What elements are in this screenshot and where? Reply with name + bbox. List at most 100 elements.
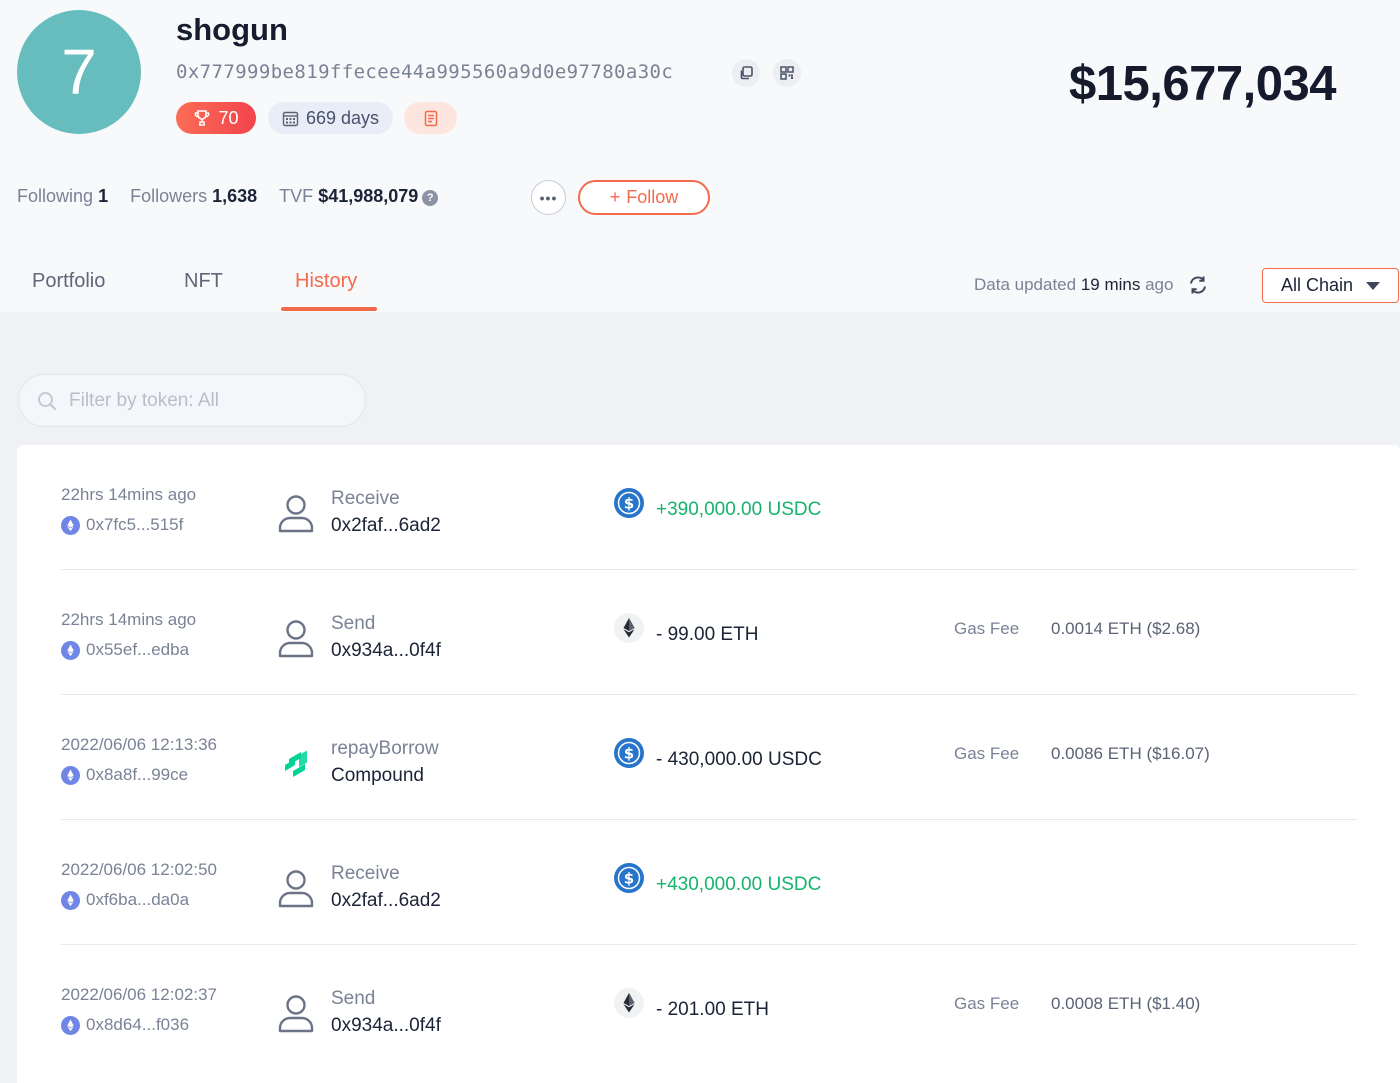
tx-hash: 0x7fc5...515f bbox=[86, 515, 184, 534]
following-stat[interactable]: Following 1 bbox=[17, 186, 108, 207]
tab-portfolio[interactable]: Portfolio bbox=[32, 270, 105, 293]
caret-down-icon bbox=[1366, 282, 1380, 290]
tx-hash-link[interactable]: 0xf6ba...da0a bbox=[61, 890, 189, 910]
help-icon[interactable]: ? bbox=[422, 190, 439, 206]
usdc-icon: $ bbox=[614, 488, 644, 518]
avatar[interactable]: 7 bbox=[17, 10, 141, 134]
tx-action: Receive bbox=[331, 863, 400, 884]
username: shogun bbox=[176, 12, 288, 47]
tab-nft[interactable]: NFT bbox=[184, 270, 223, 293]
gas-fee-label: Gas Fee bbox=[954, 744, 1020, 763]
follow-button[interactable]: + Follow bbox=[578, 180, 710, 215]
trophy-icon bbox=[195, 110, 210, 126]
usdc-icon: $ bbox=[614, 863, 644, 893]
more-options-button[interactable]: ••• bbox=[531, 180, 566, 215]
tx-counterparty[interactable]: 0x2faf...6ad2 bbox=[331, 515, 441, 537]
follow-label: Follow bbox=[626, 187, 679, 207]
history-row[interactable]: 22hrs 14mins ago 0x7fc5...515f Receive 0x2f… bbox=[61, 445, 1357, 570]
tx-counterparty[interactable]: Compound bbox=[331, 765, 424, 787]
account-age-badge[interactable]: 669 days bbox=[268, 102, 393, 134]
tx-time: 2022/06/06 12:02:50 bbox=[61, 860, 217, 879]
active-tab-indicator bbox=[281, 307, 377, 311]
history-row[interactable]: 2022/06/06 12:02:50 0xf6ba...da0a Receive 0… bbox=[61, 820, 1357, 945]
tab-history[interactable]: History bbox=[295, 270, 357, 293]
gas-fee-value: 0.0086 ETH ($16.07) bbox=[1051, 744, 1210, 763]
data-updated-prefix: Data updated bbox=[974, 275, 1077, 294]
tvf-label: TVF bbox=[279, 186, 314, 206]
qr-code-button[interactable] bbox=[773, 59, 801, 87]
following-label: Following bbox=[17, 186, 94, 206]
data-updated-suffix: ago bbox=[1145, 275, 1174, 294]
person-icon bbox=[277, 993, 315, 1033]
ethereum-chain-icon bbox=[61, 515, 80, 535]
tx-amount: +430,000.00 USDC bbox=[656, 874, 822, 895]
person-icon bbox=[277, 493, 315, 533]
person-icon bbox=[277, 618, 315, 658]
tx-hash: 0x8d64...f036 bbox=[86, 1015, 190, 1034]
tx-action: repayBorrow bbox=[331, 738, 439, 759]
tx-action: Send bbox=[331, 613, 376, 634]
account-age-value: 669 days bbox=[305, 107, 380, 128]
ethereum-chain-icon bbox=[61, 1015, 80, 1035]
token-filter-search[interactable] bbox=[18, 374, 366, 427]
history-row[interactable]: 2022/06/06 12:02:37 0x8d64...f036 Send 0x93… bbox=[61, 945, 1357, 1070]
search-icon bbox=[38, 391, 57, 410]
score-value: 70 bbox=[218, 107, 239, 128]
usdc-icon: $ bbox=[614, 738, 644, 768]
history-row[interactable]: 22hrs 14mins ago 0x55ef...edba Send 0x934a.… bbox=[61, 570, 1357, 695]
tx-amount: +390,000.00 USDC bbox=[656, 499, 822, 520]
followers-count: 1,638 bbox=[212, 186, 258, 206]
copy-address-button[interactable] bbox=[732, 59, 760, 87]
tx-time: 22hrs 14mins ago bbox=[61, 610, 197, 629]
tx-amount: - 201.00 ETH bbox=[656, 999, 769, 1020]
tx-hash: 0x8a8f...99ce bbox=[86, 765, 189, 784]
tx-amount: - 430,000.00 USDC bbox=[656, 749, 822, 770]
tx-hash: 0xf6ba...da0a bbox=[86, 890, 190, 909]
ethereum-chain-icon bbox=[61, 890, 80, 910]
plus-icon: + bbox=[609, 187, 621, 207]
score-badge[interactable]: 70 bbox=[176, 102, 256, 134]
gas-fee-value: 0.0014 ETH ($2.68) bbox=[1051, 619, 1201, 638]
token-filter-input[interactable] bbox=[69, 389, 349, 412]
tx-time: 2022/06/06 12:13:36 bbox=[61, 735, 217, 754]
calendar-icon bbox=[282, 111, 299, 126]
tx-hash-link[interactable]: 0x8a8f...99ce bbox=[61, 765, 188, 785]
tx-counterparty[interactable]: 0x934a...0f4f bbox=[331, 640, 441, 662]
chain-filter-value: All Chain bbox=[1281, 275, 1354, 295]
tx-action: Send bbox=[331, 988, 376, 1009]
tx-counterparty[interactable]: 0x934a...0f4f bbox=[331, 1015, 441, 1037]
tx-action: Receive bbox=[331, 488, 400, 509]
qr-code-icon bbox=[780, 66, 794, 80]
tx-hash-link[interactable]: 0x55ef...edba bbox=[61, 640, 189, 660]
person-icon bbox=[277, 868, 315, 908]
tx-time: 2022/06/06 12:02:37 bbox=[61, 985, 217, 1004]
refresh-icon[interactable] bbox=[1186, 274, 1210, 296]
tx-hash: 0x55ef...edba bbox=[86, 640, 190, 659]
copy-icon bbox=[740, 66, 753, 80]
history-content: 22hrs 14mins ago 0x7fc5...515f Receive 0x2f… bbox=[0, 312, 1400, 1083]
ethereum-chain-icon bbox=[61, 765, 80, 785]
tx-hash-link[interactable]: 0x8d64...f036 bbox=[61, 1015, 189, 1035]
social-stats: Following 1 Followers 1,638 TVF $41,988,… bbox=[17, 186, 439, 207]
history-row[interactable]: 2022/06/06 12:13:36 0x8a8f...99ce repayBor… bbox=[61, 695, 1357, 820]
gas-fee-label: Gas Fee bbox=[954, 619, 1020, 638]
compound-icon bbox=[277, 743, 315, 783]
tx-hash-link[interactable]: 0x7fc5...515f bbox=[61, 515, 183, 535]
data-updated-time: 19 mins bbox=[1080, 275, 1141, 294]
chain-filter-dropdown[interactable]: All Chain bbox=[1262, 268, 1399, 303]
tvf-stat: TVF $41,988,079? bbox=[279, 186, 439, 207]
tx-time: 22hrs 14mins ago bbox=[61, 485, 197, 504]
gas-fee-value: 0.0008 ETH ($1.40) bbox=[1051, 994, 1201, 1013]
wallet-address[interactable]: 0x777999be819ffecee44a995560a9d0e97780a3… bbox=[176, 61, 673, 83]
tvf-value: $41,988,079 bbox=[318, 186, 419, 206]
svg-text:$: $ bbox=[624, 495, 634, 513]
gas-fee-label: Gas Fee bbox=[954, 994, 1020, 1013]
report-badge[interactable] bbox=[404, 102, 457, 134]
history-list: 22hrs 14mins ago 0x7fc5...515f Receive 0x2f… bbox=[17, 445, 1400, 1083]
eth-icon bbox=[614, 988, 644, 1018]
tx-counterparty[interactable]: 0x2faf...6ad2 bbox=[331, 890, 441, 912]
tx-amount: - 99.00 ETH bbox=[656, 624, 759, 645]
followers-label: Followers bbox=[130, 186, 208, 206]
followers-stat[interactable]: Followers 1,638 bbox=[130, 186, 257, 207]
svg-text:$: $ bbox=[624, 870, 634, 888]
